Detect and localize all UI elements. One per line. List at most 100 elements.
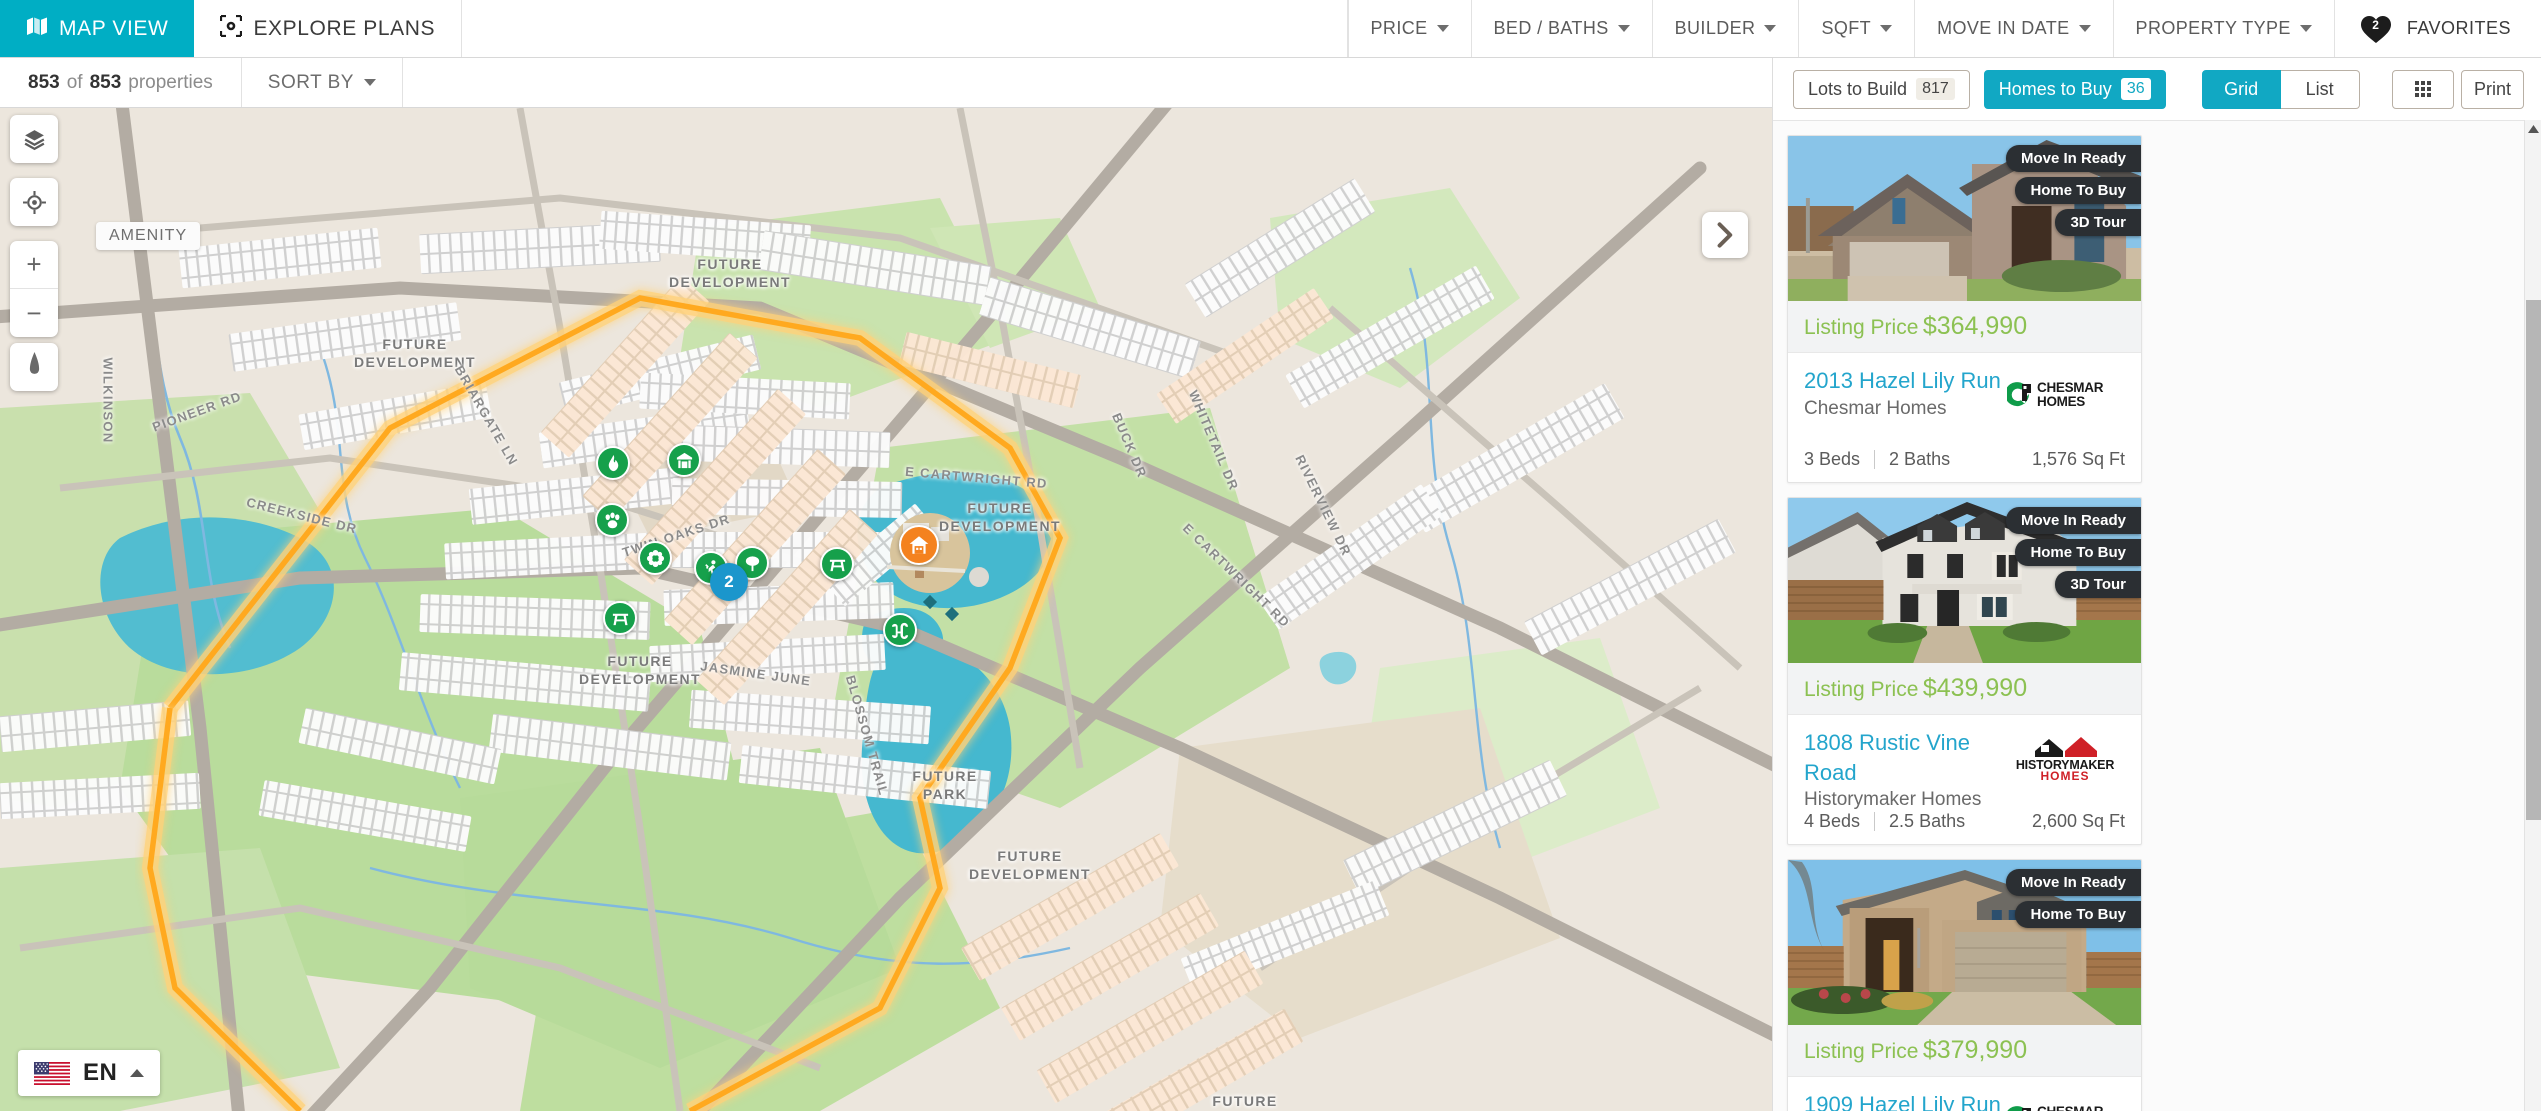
amenity-map-chip[interactable]: AMENITY	[96, 222, 201, 250]
picnic-marker-a[interactable]	[820, 547, 854, 581]
svg-text:HOMES: HOMES	[2037, 394, 2085, 409]
listings-panel: Lots to Build 817 Homes to Buy 36 Grid L…	[1772, 58, 2541, 1111]
picnic-icon	[612, 613, 628, 625]
map-locate-button[interactable]	[10, 178, 58, 226]
svg-text:CHESMAR: CHESMAR	[2037, 1104, 2104, 1111]
builder-logo: CHESMAR HOMES	[2005, 1090, 2125, 1111]
property-count: 853 of 853 properties	[0, 58, 242, 107]
fire-pit-marker[interactable]	[596, 446, 630, 480]
panel-tools: Print	[2391, 69, 2524, 109]
cluster-marker[interactable]: 2	[710, 563, 748, 601]
badge-3d-tour[interactable]: 3D Tour	[2055, 571, 2141, 598]
listing-cards-area[interactable]: Move In Ready Home To Buy 3D Tour Listin…	[1773, 120, 2541, 1111]
tab-map-view[interactable]: MAP VIEW	[0, 0, 195, 57]
gallery-view-button[interactable]	[2391, 69, 2454, 109]
map-canvas	[0, 108, 1772, 1111]
listing-card[interactable]: Move In Ready Home To Buy 3D Tour Listin…	[1787, 135, 2142, 483]
badge-home-to-buy[interactable]: Home To Buy	[2015, 539, 2141, 566]
toggle-lots-to-build[interactable]: Lots to Build 817	[1793, 69, 1970, 109]
filter-move-in-date[interactable]: MOVE IN DATE	[1914, 0, 2112, 57]
amenity-center-marker[interactable]	[899, 525, 939, 565]
filter-builder-label: BUILDER	[1674, 18, 1756, 38]
badge-home-to-buy[interactable]: Home To Buy	[2015, 177, 2141, 204]
listing-sqft: 2,600 Sq Ft	[2031, 811, 2125, 832]
tab-explore-plans-label: EXPLORE PLANS	[253, 16, 436, 40]
tab-explore-plans[interactable]: EXPLORE PLANS	[194, 0, 463, 57]
badge-3d-tour[interactable]: 3D Tour	[2055, 209, 2141, 236]
picnic-marker-b[interactable]	[603, 601, 637, 635]
picnic-icon	[829, 559, 845, 571]
language-selector[interactable]: EN	[18, 1050, 161, 1096]
sort-by-label: SORT BY	[267, 71, 354, 93]
pool-marker[interactable]	[883, 613, 917, 647]
view-mode-switch: Grid List	[2201, 69, 2360, 109]
listing-badges: Move In Ready Home To Buy 3D Tour	[2005, 507, 2141, 598]
home-icon	[909, 536, 929, 554]
dog-park-marker[interactable]	[595, 503, 629, 537]
map-zoom-in-button[interactable]: +	[10, 241, 58, 289]
listing-price-label: Listing Price	[1804, 316, 1919, 339]
chesmar-homes-logo: CHESMAR HOMES	[2007, 1104, 2104, 1111]
filter-move-in-date-label: MOVE IN DATE	[1937, 18, 2070, 38]
listing-card[interactable]: Move In Ready Home To Buy Listing Price …	[1787, 859, 2142, 1111]
filter-bed-baths[interactable]: BED / BATHS	[1470, 0, 1652, 57]
listing-photo[interactable]: Move In Ready Home To Buy 3D Tour	[1788, 136, 2141, 301]
listing-price-bar: Listing Price $379,990	[1788, 1025, 2141, 1078]
badge-move-in-ready[interactable]: Move In Ready	[2005, 507, 2141, 534]
property-count-of: of	[66, 71, 83, 93]
listing-price-label: Listing Price	[1804, 678, 1919, 701]
toggle-homes-to-buy[interactable]: Homes to Buy 36	[1983, 69, 2166, 109]
listing-address[interactable]: 2013 Hazel Lily Run	[1804, 366, 2001, 396]
map-compass-button[interactable]	[10, 343, 58, 391]
filter-price[interactable]: PRICE	[1347, 0, 1471, 57]
spec-divider	[1874, 450, 1876, 469]
scrollbar-thumb[interactable]	[2526, 300, 2541, 820]
listings-scrollbar[interactable]	[2524, 120, 2541, 1111]
pavilion-icon	[676, 452, 692, 468]
filter-property-type[interactable]: PROPERTY TYPE	[2112, 0, 2334, 57]
favorites-button[interactable]: 2 FAVORITES	[2333, 0, 2541, 57]
pavilion-marker[interactable]	[667, 443, 701, 477]
toggle-lots-to-build-label: Lots to Build	[1808, 78, 1908, 99]
grid-dots-icon	[2414, 81, 2431, 97]
scroll-up-arrow[interactable]	[2525, 120, 2541, 138]
garden-marker[interactable]	[638, 541, 672, 575]
chevron-down-icon	[363, 79, 376, 86]
real-estate-map-browser: MAP VIEW EXPLORE PLANS PRICE BED / BATHS…	[0, 0, 2541, 1111]
listing-baths: 2 Baths	[1889, 449, 1951, 469]
filter-bed-baths-label: BED / BATHS	[1493, 18, 1609, 38]
property-count-total: 853	[89, 71, 122, 93]
map-layers-button[interactable]	[10, 115, 58, 163]
listing-builder: Historymaker Homes	[1804, 789, 1982, 811]
listing-body: 2013 Hazel Lily Run Chesmar Homes CHESMA…	[1788, 353, 2141, 449]
listing-specs: 3 Beds 2 Baths 1,576 Sq Ft	[1788, 449, 2141, 482]
print-button[interactable]: Print	[2460, 69, 2524, 109]
map-view[interactable]: FUTURE DEVELOPMENT FUTURE DEVELOPMENT FUTU…	[0, 108, 1772, 1111]
favorites-heart-badge: 2	[2359, 13, 2393, 45]
caret-up-icon	[2527, 125, 2539, 133]
listing-beds: 4 Beds	[1804, 811, 1861, 832]
chevron-right-icon	[1717, 222, 1732, 248]
flower-icon	[646, 549, 664, 567]
filter-property-type-label: PROPERTY TYPE	[2135, 18, 2291, 38]
listing-card[interactable]: Move In Ready Home To Buy 3D Tour Listin…	[1787, 497, 2142, 846]
listing-photo[interactable]: Move In Ready Home To Buy	[1788, 860, 2141, 1026]
sort-by-dropdown[interactable]: SORT BY	[242, 58, 403, 107]
listing-price-bar: Listing Price $364,990	[1788, 301, 2141, 353]
badge-move-in-ready[interactable]: Move In Ready	[2005, 145, 2141, 172]
listing-sqft: 1,576 Sq Ft	[2031, 449, 2125, 469]
view-mode-list[interactable]: List	[2280, 69, 2360, 109]
listing-badges: Move In Ready Home To Buy 3D Tour	[2005, 145, 2141, 236]
badge-home-to-buy[interactable]: Home To Buy	[2015, 901, 2141, 929]
view-mode-grid[interactable]: Grid	[2201, 69, 2281, 109]
badge-move-in-ready[interactable]: Move In Ready	[2005, 869, 2141, 897]
listing-address[interactable]: 1808 Rustic Vine Road	[1804, 728, 2005, 787]
filter-sqft[interactable]: SQFT	[1798, 0, 1914, 57]
map-zoom-out-button[interactable]: −	[10, 289, 58, 337]
filter-builder[interactable]: BUILDER	[1651, 0, 1799, 57]
map-zoom-control: + −	[10, 241, 58, 337]
listing-photo[interactable]: Move In Ready Home To Buy 3D Tour	[1788, 498, 2141, 663]
map-collapse-button[interactable]	[1702, 212, 1748, 258]
listing-address[interactable]: 1909 Hazel Lily Run	[1804, 1090, 2001, 1111]
listing-baths: 2.5 Baths	[1889, 811, 1966, 832]
